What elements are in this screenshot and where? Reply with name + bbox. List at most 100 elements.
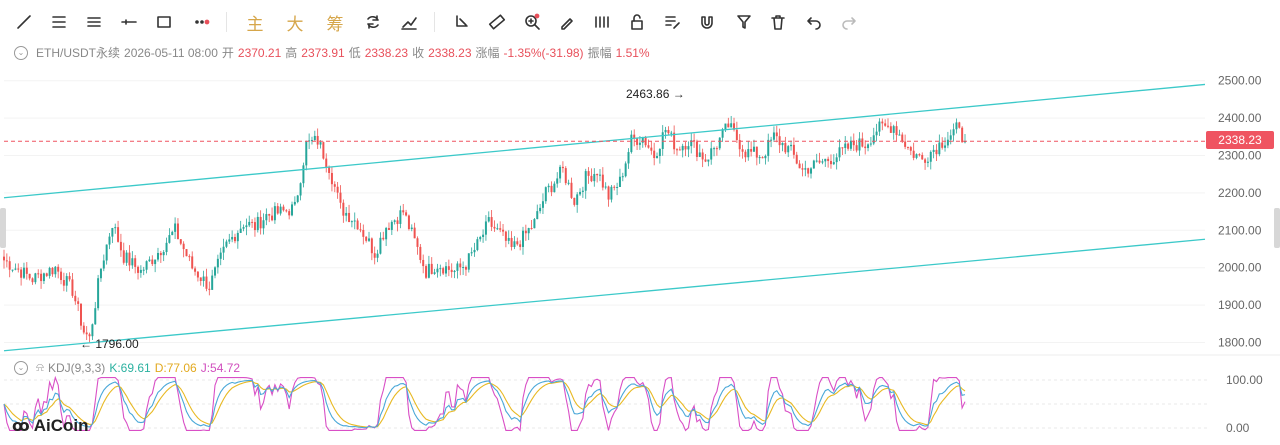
candle-body <box>832 162 835 165</box>
bell-icon[interactable]: ⍾ <box>36 360 44 375</box>
candle-body <box>502 229 505 232</box>
candle-body <box>196 271 199 278</box>
line-tool-icon[interactable] <box>12 10 36 34</box>
candle-body <box>767 139 770 156</box>
candle-body <box>416 238 419 247</box>
candle-body <box>906 146 909 148</box>
more-dots-icon[interactable] <box>190 10 214 34</box>
big-order-button[interactable]: 大 <box>283 10 307 35</box>
candle-body <box>342 202 345 216</box>
high-label: 高 <box>285 46 298 60</box>
horizontal-ray-icon[interactable] <box>117 10 141 34</box>
low-label: 低 <box>348 46 361 60</box>
candle-body <box>216 258 219 268</box>
candle-body <box>579 191 582 195</box>
candle-body <box>17 268 20 270</box>
candle-body <box>436 268 439 273</box>
candle-body <box>60 271 63 281</box>
candle-body <box>350 221 353 223</box>
candle-body <box>8 261 11 270</box>
redo-icon[interactable] <box>837 10 861 34</box>
candle-body <box>302 165 305 184</box>
candle-body <box>829 160 832 165</box>
candle-body <box>328 167 331 173</box>
toolbar-separator <box>226 12 227 32</box>
max-price-marker: 2463.86 → <box>626 87 685 101</box>
candle-body <box>25 267 28 274</box>
undo-icon[interactable] <box>802 10 826 34</box>
candle-body <box>898 134 901 136</box>
price-tick-label: 2300.00 <box>1218 149 1262 163</box>
candle-body <box>581 190 584 192</box>
kdj-collapse-toggle-icon[interactable]: ⌄ <box>14 360 28 375</box>
candle-body <box>875 131 878 136</box>
candle-body <box>584 171 587 191</box>
candle-body <box>402 210 405 213</box>
candle-body <box>590 175 593 182</box>
magnet-icon[interactable] <box>695 10 719 34</box>
candle-body <box>368 238 371 241</box>
candle-body <box>867 144 870 149</box>
candle-body <box>94 308 97 325</box>
chart-canvas[interactable]: 1800.00 1900.00 2000.00 2100.00 2200.00 2300.… <box>0 0 1280 445</box>
candle-body <box>544 187 547 202</box>
zoom-in-icon[interactable] <box>520 10 544 34</box>
candle-body <box>407 215 410 229</box>
collapse-toggle-icon[interactable]: ⌄ <box>14 45 28 60</box>
chips-button[interactable]: 筹 <box>323 10 347 35</box>
rotate-refresh-icon[interactable] <box>361 10 385 34</box>
candle-body <box>613 186 616 188</box>
candle-body <box>698 152 701 157</box>
candle-body <box>319 142 322 145</box>
candle-body <box>821 161 824 163</box>
kdj-name: KDJ(9,3,3) <box>47 360 106 375</box>
candle-body <box>778 136 781 146</box>
candle-body <box>102 260 105 269</box>
candle-body <box>570 182 573 198</box>
horizontal-lines-icon[interactable] <box>47 10 71 34</box>
rectangle-icon[interactable] <box>152 10 176 34</box>
candle-body <box>561 166 564 169</box>
candle-body <box>784 143 787 153</box>
candle-body <box>781 143 784 146</box>
candle-body <box>156 252 159 260</box>
brush-icon[interactable] <box>555 10 579 34</box>
lock-icon[interactable] <box>625 10 649 34</box>
candle-body <box>479 237 482 240</box>
candle-body <box>77 301 80 304</box>
indicator-icon[interactable] <box>590 10 614 34</box>
edit-list-icon[interactable] <box>660 10 684 34</box>
trash-icon[interactable] <box>766 10 790 34</box>
ruler-icon[interactable] <box>485 10 509 34</box>
candle-body <box>273 206 276 221</box>
candle-body <box>909 147 912 151</box>
left-resize-handle[interactable] <box>0 208 6 248</box>
candle-body <box>171 231 174 236</box>
candle-body <box>695 141 698 157</box>
candle-body <box>262 220 265 229</box>
candle-body <box>858 138 861 151</box>
pen-strike-icon[interactable] <box>397 10 421 34</box>
close-label: 收 <box>412 46 425 60</box>
kdj-info-bar: ⌄ ⍾ KDJ(9,3,3) K:69.61 D:77.06 J:54.72 <box>14 360 240 375</box>
main-force-button[interactable]: 主 <box>243 10 267 35</box>
parallel-lines-icon[interactable] <box>82 10 106 34</box>
candle-body <box>345 212 348 216</box>
candle-body <box>459 263 462 268</box>
candle-body <box>730 123 733 128</box>
candle-body <box>892 126 895 133</box>
candle-body <box>576 194 579 205</box>
candle-body <box>835 157 838 163</box>
candle-body <box>744 151 747 158</box>
candle-body <box>855 145 858 151</box>
candle-body <box>847 143 850 149</box>
candle-body <box>621 176 624 178</box>
filter-icon[interactable] <box>732 10 756 34</box>
symbol-label: ETH/USDT永续 <box>36 46 121 60</box>
candle-body <box>949 135 952 140</box>
candle-body <box>627 152 630 164</box>
right-resize-handle[interactable] <box>1274 208 1280 248</box>
select-corner-icon[interactable] <box>450 10 474 34</box>
candle-body <box>462 267 465 269</box>
candle-body <box>447 266 450 270</box>
